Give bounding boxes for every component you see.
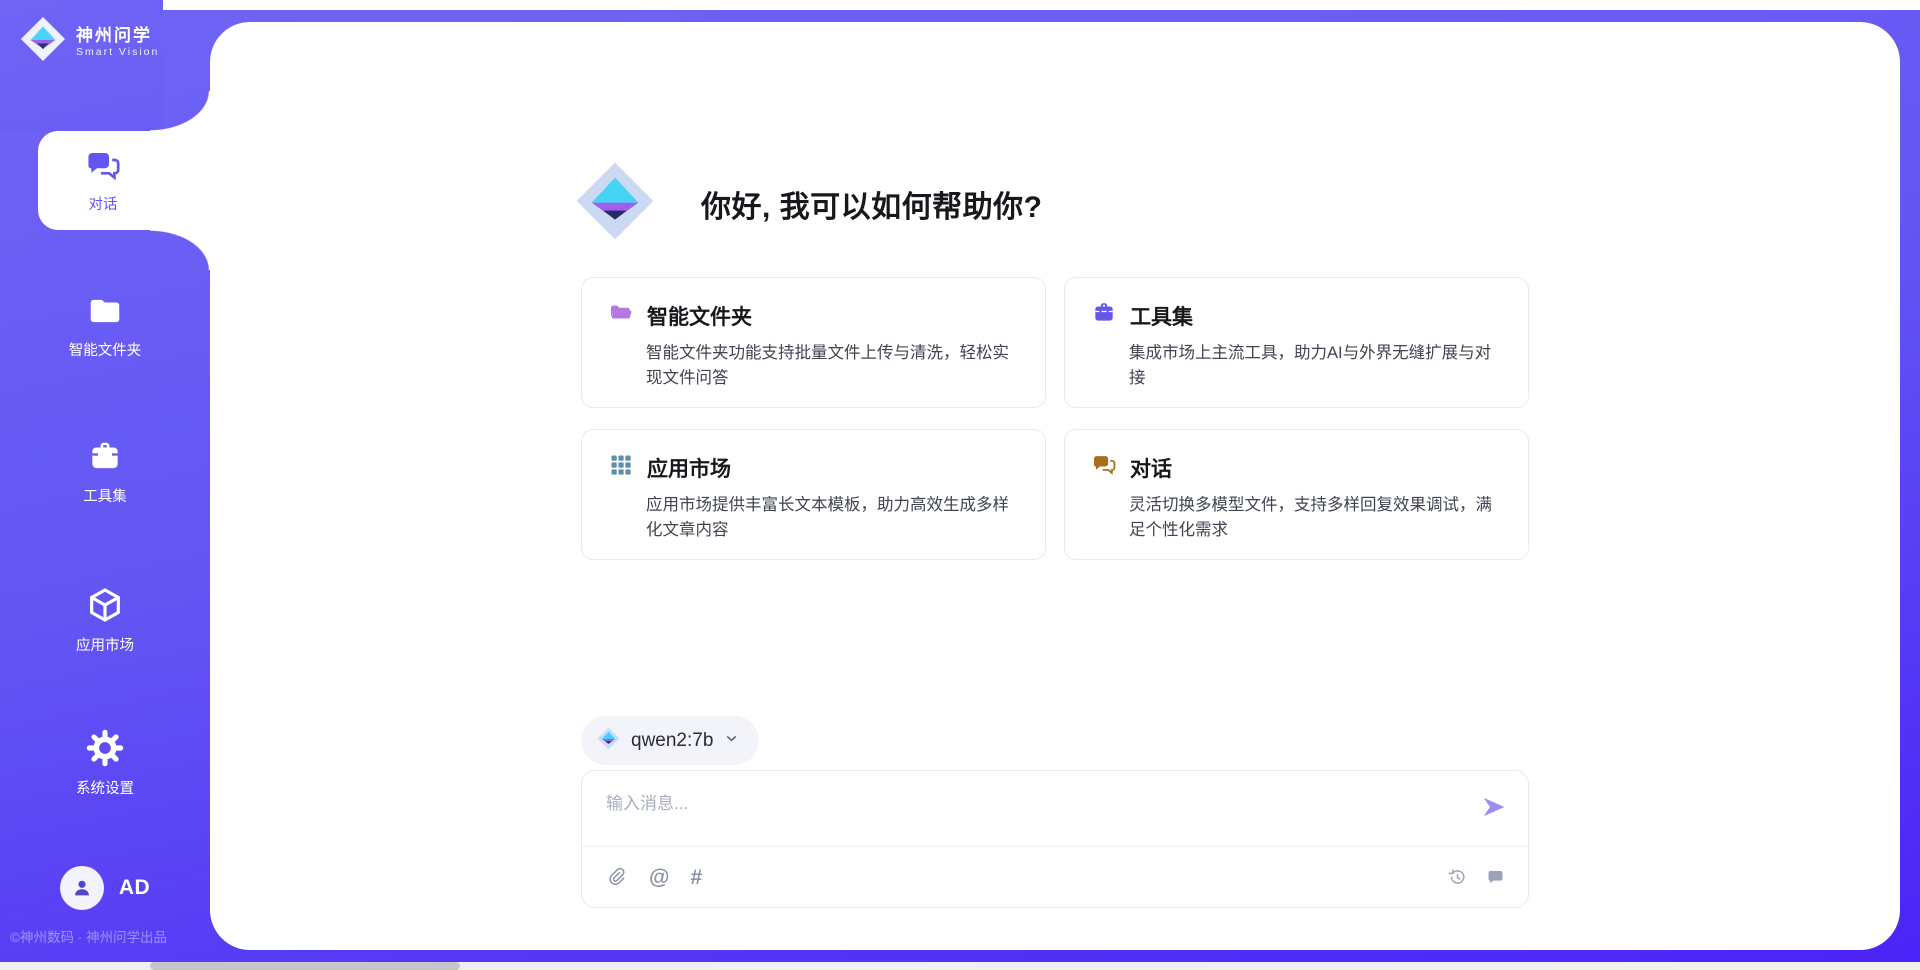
model-name: qwen2:7b <box>631 730 713 752</box>
sidebar-item-toolset[interactable]: 工具集 <box>0 438 210 506</box>
card-description: 智能文件夹功能支持批量文件上传与清洗，轻松实现文件问答 <box>646 341 1019 391</box>
brand-subtitle: Smart Vision <box>76 46 159 58</box>
chat-icon <box>84 147 122 185</box>
card-description: 灵活切换多模型文件，支持多样回复效果调试，满足个性化需求 <box>1129 493 1502 543</box>
hashtag-icon[interactable]: # <box>690 867 702 888</box>
card-chat[interactable]: 对话 灵活切换多模型文件，支持多样回复效果调试，满足个性化需求 <box>1064 429 1529 560</box>
greeting-block: 你好, 我可以如何帮助你? <box>575 161 1043 246</box>
feature-cards: 智能文件夹 智能文件夹功能支持批量文件上传与清洗，轻松实现文件问答 工具集 集 <box>581 277 1529 560</box>
sidebar-item-smart-folder[interactable]: 智能文件夹 <box>0 292 210 360</box>
card-title: 应用市场 <box>647 453 731 483</box>
toolbox-icon <box>86 438 124 476</box>
sidebar-item-label: 系统设置 <box>76 777 134 798</box>
sidebar-item-label: 工具集 <box>83 485 127 506</box>
card-title: 工具集 <box>1130 301 1193 331</box>
sidebar-item-app-market[interactable]: 应用市场 <box>0 585 210 655</box>
grid-icon <box>608 452 634 483</box>
brand-name: 神州问学 <box>76 25 159 46</box>
gear-icon <box>85 728 125 768</box>
scrollbar-thumb[interactable] <box>150 962 460 970</box>
history-icon[interactable] <box>1447 867 1468 888</box>
sidebar-item-label: 智能文件夹 <box>69 339 142 360</box>
folder-open-icon <box>608 300 634 331</box>
card-description: 应用市场提供丰富长文本模板，助力高效生成多样化文章内容 <box>646 493 1019 543</box>
brand-block: 神州问学 Smart Vision <box>0 0 163 131</box>
user-profile[interactable]: AD <box>0 866 210 910</box>
folder-icon <box>86 292 124 330</box>
card-toolset[interactable]: 工具集 集成市场上主流工具，助力AI与外界无缝扩展与对接 <box>1064 277 1529 408</box>
sidebar-item-settings[interactable]: 系统设置 <box>0 728 210 798</box>
card-title: 智能文件夹 <box>647 301 752 331</box>
card-smart-folder[interactable]: 智能文件夹 智能文件夹功能支持批量文件上传与清洗，轻松实现文件问答 <box>581 277 1046 408</box>
user-initials: AD <box>119 876 150 900</box>
copyright-text: ©神州数码 · 神州问学出品 <box>10 926 167 946</box>
assistant-logo-icon <box>575 161 655 246</box>
content-column: 你好, 我可以如何帮助你? 智能文件夹 智能文件夹功能支持批量文件上传与清洗，轻… <box>581 22 1529 950</box>
card-app-market[interactable]: 应用市场 应用市场提供丰富长文本模板，助力高效生成多样化文章内容 <box>581 429 1046 560</box>
sidebar-item-chat[interactable]: 对话 <box>38 131 168 230</box>
greeting-title: 你好, 我可以如何帮助你? <box>701 182 1043 226</box>
model-selector[interactable]: qwen2:7b <box>581 716 759 765</box>
message-composer: @ # <box>581 770 1529 908</box>
message-input[interactable] <box>582 771 1528 843</box>
briefcase-icon <box>1091 300 1117 331</box>
card-title: 对话 <box>1130 453 1172 483</box>
chat-icon <box>1091 452 1117 483</box>
sidebar-item-label: 应用市场 <box>76 634 134 655</box>
active-tab-curve-top <box>150 91 210 131</box>
brand-logo-icon <box>20 16 66 67</box>
horizontal-scrollbar <box>0 962 1920 970</box>
model-logo-icon <box>597 727 620 755</box>
cube-icon <box>85 585 125 625</box>
mention-icon[interactable]: @ <box>649 867 669 888</box>
card-description: 集成市场上主流工具，助力AI与外界无缝扩展与对接 <box>1129 341 1502 391</box>
feedback-bubble-icon[interactable] <box>1485 867 1506 888</box>
active-tab-curve-bottom <box>150 230 210 270</box>
send-icon[interactable] <box>1480 793 1508 821</box>
main-panel: 你好, 我可以如何帮助你? 智能文件夹 智能文件夹功能支持批量文件上传与清洗，轻… <box>210 22 1900 950</box>
avatar <box>60 866 104 910</box>
sidebar-item-label: 对话 <box>89 193 118 214</box>
paperclip-icon[interactable] <box>606 866 628 888</box>
chevron-down-icon <box>724 731 739 751</box>
